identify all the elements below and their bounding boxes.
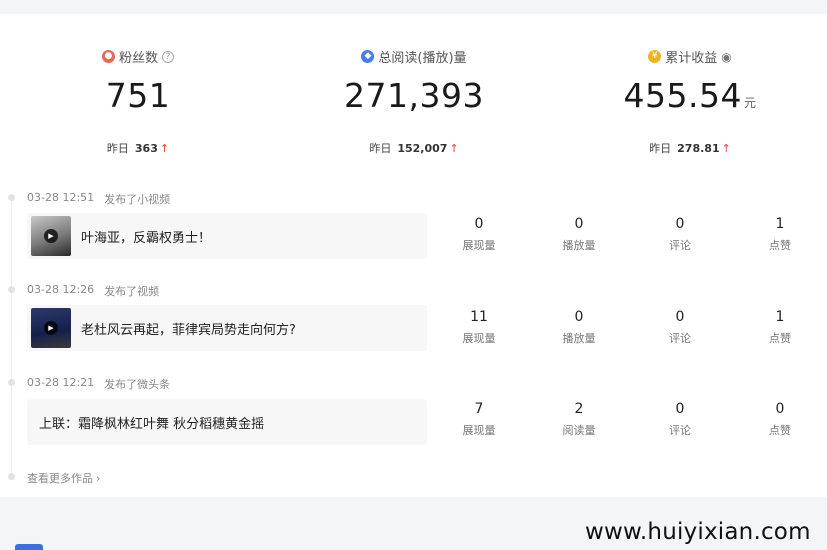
post-title[interactable]: 上联：霜降枫林红叶舞 秋分稻穗黄金摇 [39, 413, 264, 432]
post-item[interactable]: 上联：霜降枫林红叶舞 秋分稻穗黄金摇 [27, 399, 427, 445]
timeline-dot [8, 379, 15, 386]
metric-label: 评论 [669, 424, 691, 437]
metric-label: 阅读量 [562, 424, 596, 437]
corner-tag [15, 544, 43, 550]
read-icon: ◆ [361, 50, 375, 63]
stat-earnings-label-text: 累计收益 [665, 51, 718, 66]
metric-value: 2 [574, 401, 584, 417]
eye-icon[interactable]: ◉ [721, 50, 731, 64]
stat-earnings-yesterday: 昨日 278.81 ↑ [552, 140, 827, 156]
post-time: 03-28 12:26 [27, 283, 95, 296]
metric-label: 点赞 [769, 239, 791, 252]
metric-value: 11 [470, 309, 488, 325]
post-time: 03-28 12:21 [27, 376, 95, 389]
coin-icon: ¥ [648, 50, 662, 63]
arrow-up-icon: ↑ [159, 141, 170, 155]
metric-label: 评论 [669, 332, 691, 345]
stat-fans-number: 751 [105, 76, 171, 115]
stat-earnings-number: 455.54 [623, 76, 742, 115]
metric-label: 播放量 [562, 239, 596, 252]
metric-impressions: 11 展现量 [449, 309, 509, 346]
view-more-link[interactable]: 查看更多作品 › [27, 470, 100, 486]
post-meta: 03-28 12:21 发布了微头条 [27, 376, 170, 392]
post-action: 发布了小视频 [104, 193, 171, 206]
metric-value: 0 [675, 401, 685, 417]
yesterday-label: 昨日 [106, 142, 129, 155]
metric-comments: 0 评论 [650, 309, 710, 346]
yesterday-value: 152,007 [397, 141, 448, 155]
stat-reads-label: ◆ 总阅读(播放)量 [276, 47, 552, 66]
metric-label: 点赞 [769, 424, 791, 437]
stat-fans-yesterday: 昨日 363 ↑ [0, 140, 276, 156]
metric-plays: 0 播放量 [549, 216, 609, 253]
post-action: 发布了微头条 [104, 378, 171, 391]
metric-value: 0 [675, 216, 685, 232]
metric-value: 7 [474, 401, 484, 417]
metric-plays: 0 播放量 [549, 309, 609, 346]
stat-fans-label: ● 粉丝数 ? [0, 47, 276, 66]
metric-value: 1 [775, 216, 785, 232]
metric-likes: 1 点赞 [750, 309, 810, 346]
post-item[interactable]: ▶ 叶海亚，反霸权勇士！ [27, 213, 427, 259]
metric-value: 0 [574, 309, 584, 325]
timeline-dot [8, 194, 15, 201]
timeline-dot [8, 473, 15, 480]
stat-fans-label-text: 粉丝数 [118, 51, 158, 66]
metric-comments: 0 评论 [650, 216, 710, 253]
play-icon: ▶ [44, 321, 58, 335]
play-icon: ▶ [44, 229, 58, 243]
metric-label: 评论 [669, 239, 691, 252]
dashboard-card: ● 粉丝数 ? 751 昨日 363 ↑ ◆ 总阅读(播放)量 271,393 … [0, 14, 827, 497]
metric-value: 0 [474, 216, 484, 232]
metric-label: 播放量 [562, 332, 596, 345]
post-item[interactable]: ▶ 老杜风云再起，菲律宾局势走向何方? [27, 305, 427, 351]
metric-value: 0 [675, 309, 685, 325]
arrow-up-icon: ↑ [721, 141, 731, 155]
arrow-up-icon: ↑ [449, 141, 459, 155]
yesterday-value: 363 [134, 141, 158, 155]
metric-impressions: 0 展现量 [449, 216, 509, 253]
video-thumbnail[interactable]: ▶ [31, 308, 71, 348]
view-more-text[interactable]: 查看更多作品 [27, 470, 93, 486]
chevron-right-icon: › [96, 471, 101, 485]
stat-reads-label-text: 总阅读(播放)量 [378, 51, 467, 66]
currency-unit: 元 [743, 96, 757, 110]
metric-value: 0 [775, 401, 785, 417]
watermark: www.huiyixian.com [585, 519, 811, 545]
timeline-line [11, 200, 12, 475]
stat-reads-number: 271,393 [344, 76, 484, 115]
post-title[interactable]: 叶海亚，反霸权勇士！ [81, 227, 211, 246]
yesterday-label: 昨日 [649, 142, 672, 155]
metric-reads: 2 阅读量 [549, 401, 609, 438]
stat-earnings-label: ¥ 累计收益 ◉ [552, 47, 827, 66]
stat-earnings-value: 455.54 元 [552, 76, 827, 115]
timeline-dot [8, 286, 15, 293]
metric-comments: 0 评论 [650, 401, 710, 438]
metric-label: 点赞 [769, 332, 791, 345]
metric-label: 展现量 [462, 424, 496, 437]
video-thumbnail[interactable]: ▶ [31, 216, 71, 256]
stat-fans-value: 751 [0, 76, 276, 115]
metric-likes: 1 点赞 [750, 216, 810, 253]
yesterday-label: 昨日 [369, 142, 392, 155]
metric-impressions: 7 展现量 [449, 401, 509, 438]
metric-label: 展现量 [462, 332, 496, 345]
metric-value: 0 [574, 216, 584, 232]
metric-value: 1 [775, 309, 785, 325]
post-time: 03-28 12:51 [27, 191, 95, 204]
yesterday-value: 278.81 [677, 141, 720, 155]
post-action: 发布了视频 [104, 285, 160, 298]
post-meta: 03-28 12:26 发布了视频 [27, 283, 159, 299]
post-meta: 03-28 12:51 发布了小视频 [27, 191, 170, 207]
metric-likes: 0 点赞 [750, 401, 810, 438]
help-icon[interactable]: ? [162, 50, 174, 63]
stat-reads-value: 271,393 [276, 76, 552, 115]
user-icon: ● [101, 50, 115, 63]
stat-reads-yesterday: 昨日 152,007 ↑ [276, 140, 552, 156]
post-title[interactable]: 老杜风云再起，菲律宾局势走向何方? [81, 319, 296, 338]
metric-label: 展现量 [462, 239, 496, 252]
